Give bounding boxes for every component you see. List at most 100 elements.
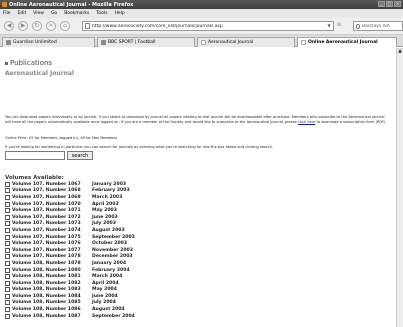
volume-date: September 2004 (92, 313, 135, 319)
subscription-link[interactable]: click here (298, 120, 315, 124)
address-bar: ▼ (82, 21, 334, 31)
minimize-icon[interactable]: _ (378, 1, 385, 7)
volume-date: May 2004 (92, 287, 117, 293)
volume-checkbox[interactable] (5, 201, 10, 207)
scroll-up-icon[interactable]: ▲ (397, 48, 403, 54)
window-controls: _ □ × (378, 1, 401, 7)
volume-date: April 2003 (92, 201, 119, 207)
volume-checkbox[interactable] (5, 214, 10, 220)
price-text: Online Price: £5 for Members (logged in)… (5, 136, 117, 140)
volume-name: Volume 108, Number 1083 (12, 287, 81, 293)
back-icon[interactable]: ◀ (4, 21, 14, 31)
volume-checkbox[interactable] (5, 241, 10, 247)
menu-edit[interactable]: Edit (18, 11, 27, 16)
volume-date: February 2004 (92, 267, 130, 273)
volume-checkbox[interactable] (5, 234, 10, 240)
volume-date: July 2004 (92, 300, 116, 306)
bullet-icon (5, 61, 8, 65)
list-item: Volume 107, Number 1068 February 2003 (5, 188, 205, 195)
page-favicon-icon (201, 40, 206, 45)
volume-checkbox[interactable] (5, 181, 10, 187)
list-item: Volume 108, Number 1083 May 2004 (5, 287, 205, 294)
menu-go[interactable]: Go (51, 11, 57, 16)
volume-date: November 2003 (92, 247, 133, 253)
volume-date: March 2003 (92, 194, 123, 200)
stop-icon[interactable]: × (46, 21, 56, 31)
navigation-toolbar: ◀ ▶ ↻ × ⌂ ▼ ⊙ (0, 18, 403, 35)
bbc-favicon-icon (101, 40, 106, 45)
volume-checkbox[interactable] (5, 287, 10, 293)
search-button[interactable]: search (67, 151, 93, 160)
url-input[interactable] (92, 23, 322, 29)
journal-search: search (5, 151, 93, 160)
close-icon[interactable]: × (394, 1, 401, 7)
reload-icon[interactable]: ↻ (32, 21, 42, 31)
volume-checkbox[interactable] (5, 227, 10, 233)
intro-text: You can download papers individually or … (5, 115, 390, 125)
volume-name: Volume 107, Number 1073 (12, 221, 81, 227)
tab-bbc-sport[interactable]: BBC SPORT | Football (97, 37, 195, 47)
volume-name: Volume 107, Number 1070 (12, 201, 81, 207)
menu-help[interactable]: Help (114, 11, 124, 16)
list-item: Volume 108, Number 1080 February 2004 (5, 267, 205, 274)
tab-aeronautical-journal[interactable]: Aeronautical Journal (197, 37, 295, 47)
volume-date: May 2003 (92, 208, 117, 214)
volume-name: Volume 107, Number 1077 (12, 247, 81, 253)
menu-view[interactable]: View (33, 11, 44, 16)
search-prompt: If you're looking for something in parti… (5, 145, 274, 149)
volume-name: Volume 107, Number 1075 (12, 234, 81, 240)
publications-heading: Publications (10, 59, 53, 67)
list-item: Volume 107, Number 1073 July 2003 (5, 221, 205, 228)
tab-guardian[interactable]: Guardian Unlimited (2, 37, 95, 47)
url-dropdown-icon[interactable]: ▼ (326, 23, 332, 29)
volume-name: Volume 107, Number 1072 (12, 214, 81, 220)
maximize-icon[interactable]: □ (386, 1, 393, 7)
volume-checkbox[interactable] (5, 208, 10, 214)
volume-name: Volume 107, Number 1067 (12, 181, 81, 187)
volume-checkbox[interactable] (5, 274, 10, 280)
window-title: Online Aeronautical Journal - Mozilla Fi… (9, 1, 134, 8)
page-icon (85, 23, 90, 29)
google-icon[interactable] (356, 23, 360, 29)
volume-checkbox[interactable] (5, 307, 10, 313)
volume-checkbox[interactable] (5, 254, 10, 260)
forward-icon[interactable]: ▶ (18, 21, 28, 31)
search-input[interactable] (362, 23, 402, 29)
list-item: Volume 107, Number 1077 November 2003 (5, 247, 205, 254)
go-icon[interactable]: ⊙ (337, 22, 341, 28)
volume-checkbox[interactable] (5, 260, 10, 266)
volume-date: June 2003 (92, 214, 118, 220)
list-item: Volume 108, Number 1087 September 2004 (5, 313, 205, 320)
volume-date: October 2003 (92, 241, 128, 247)
menu-tools[interactable]: Tools (96, 11, 107, 16)
volume-checkbox[interactable] (5, 188, 10, 194)
volume-checkbox[interactable] (5, 280, 10, 286)
volume-checkbox[interactable] (5, 247, 10, 253)
firefox-icon (2, 2, 7, 7)
menu-bookmarks[interactable]: Bookmarks (64, 11, 89, 16)
volume-date: August 2004 (92, 307, 125, 313)
list-item: Volume 107, Number 1074 August 2003 (5, 227, 205, 234)
list-item: Volume 108, Number 1079 January 2004 (5, 260, 205, 267)
volume-date: August 2003 (92, 227, 125, 233)
list-item: Volume 108, Number 1084 June 2004 (5, 293, 205, 300)
list-item: Volume 107, Number 1067 January 2003 (5, 181, 205, 188)
volume-date: April 2004 (92, 280, 119, 286)
menu-file[interactable]: File (3, 11, 11, 16)
home-icon[interactable]: ⌂ (60, 21, 70, 31)
volume-checkbox[interactable] (5, 313, 10, 319)
volume-checkbox[interactable] (5, 194, 10, 200)
journal-search-input[interactable] (5, 151, 65, 160)
vertical-scrollbar[interactable]: ▲ (396, 48, 403, 327)
volume-name: Volume 108, Number 1084 (12, 293, 81, 299)
volume-checkbox[interactable] (5, 300, 10, 306)
tab-online-aeronautical-journal[interactable]: Online Aeronautical Journal (297, 37, 397, 47)
page-content: Publications Aeronautical Journal You ca… (0, 48, 396, 327)
volume-name: Volume 107, Number 1071 (12, 208, 81, 214)
tab-label: Guardian Unlimited (13, 40, 57, 45)
volume-checkbox[interactable] (5, 267, 10, 273)
page-favicon-icon (301, 40, 306, 45)
volume-checkbox[interactable] (5, 293, 10, 299)
volume-list: Volume 107, Number 1067 January 2003 Volum… (5, 181, 205, 319)
volume-checkbox[interactable] (5, 221, 10, 227)
